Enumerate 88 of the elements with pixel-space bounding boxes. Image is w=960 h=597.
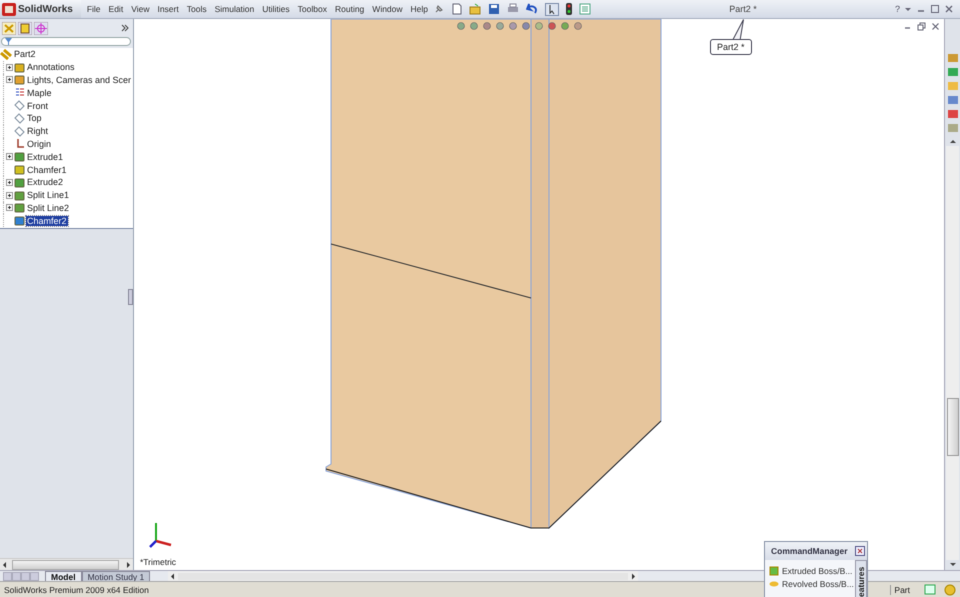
panel-splitter-handle[interactable] xyxy=(128,289,133,305)
feature-icon xyxy=(14,62,25,73)
task-pane-tab-icon[interactable] xyxy=(946,66,958,78)
caret-icon[interactable] xyxy=(904,5,912,13)
tree-item[interactable]: Part2 xyxy=(13,49,37,60)
window-title: Part2 * xyxy=(728,4,758,14)
feature-icon xyxy=(14,100,25,112)
expand-icon[interactable] xyxy=(6,204,13,212)
tree-item[interactable]: Chamfer2 xyxy=(26,216,68,226)
menu-item[interactable]: Edit xyxy=(106,4,126,14)
menu-item[interactable]: Utilities xyxy=(260,4,292,14)
task-pane-tab-icon[interactable] xyxy=(946,94,958,106)
extrude-icon xyxy=(769,566,779,576)
select-pointer-icon[interactable] xyxy=(545,2,560,16)
close-icon[interactable] xyxy=(944,4,954,14)
feature-icon xyxy=(14,190,25,201)
feature-icon xyxy=(14,87,25,98)
close-icon[interactable] xyxy=(931,22,940,31)
undo-icon[interactable] xyxy=(526,3,538,15)
expand-panel-icon[interactable] xyxy=(121,24,129,32)
configuration-tab-icon[interactable] xyxy=(34,22,48,34)
command-item[interactable]: Revolved Boss/B... xyxy=(782,579,854,589)
menu-item[interactable]: Help xyxy=(408,4,430,14)
feature-tree-tab-icon[interactable] xyxy=(2,22,16,34)
tree-item[interactable]: Extrude2 xyxy=(26,177,64,188)
tree-item[interactable]: Split Line1 xyxy=(26,190,70,200)
tree-item[interactable]: Front xyxy=(26,100,50,111)
menu-item[interactable]: Simulation xyxy=(212,4,256,14)
menu-item[interactable]: View xyxy=(129,4,152,14)
expand-icon[interactable] xyxy=(6,153,13,160)
vertical-scrollbar-thumb[interactable] xyxy=(947,398,959,456)
open-folder-icon[interactable] xyxy=(469,3,482,15)
command-item[interactable]: Extruded Boss/B... xyxy=(782,566,852,576)
menu-item[interactable]: Insert xyxy=(155,4,181,14)
logo-icon xyxy=(2,2,16,16)
help-button[interactable]: ? xyxy=(894,4,900,14)
print-icon[interactable] xyxy=(507,3,520,15)
features-tab[interactable]: eatures xyxy=(855,560,867,597)
model-tab[interactable]: Model xyxy=(45,570,82,582)
part-icon xyxy=(0,48,12,60)
menu-item[interactable]: File xyxy=(84,4,103,14)
feature-icon xyxy=(14,126,25,137)
filter-icon xyxy=(5,38,12,45)
tree-item[interactable]: Chamfer1 xyxy=(26,164,68,175)
horizontal-scrollbar[interactable] xyxy=(168,571,638,581)
restore-icon[interactable] xyxy=(917,22,926,31)
tree-item[interactable]: Maple xyxy=(26,88,53,98)
horizontal-scrollbar[interactable] xyxy=(0,558,133,570)
model-tab[interactable]: Motion Study 1 xyxy=(82,570,150,582)
task-pane-tab-icon[interactable] xyxy=(946,52,958,64)
expand-icon[interactable] xyxy=(6,76,13,84)
tree-item[interactable]: Right xyxy=(26,126,50,136)
maximize-icon[interactable] xyxy=(930,4,940,14)
feature-icon xyxy=(14,215,25,226)
menu-item[interactable]: Toolbox xyxy=(296,4,329,14)
menu-item[interactable]: Window xyxy=(370,4,405,14)
expand-icon[interactable] xyxy=(6,64,13,71)
tree-item[interactable]: Origin xyxy=(26,138,52,149)
feature-icon xyxy=(14,164,25,176)
feature-icon xyxy=(14,202,25,214)
expand-icon[interactable] xyxy=(6,192,13,199)
menu-item[interactable]: Routing xyxy=(332,4,366,14)
tree-item[interactable]: Split Line2 xyxy=(26,202,70,213)
tooltip: Part2 * xyxy=(710,19,752,55)
traffic-light-icon[interactable] xyxy=(566,3,572,15)
filter-field[interactable] xyxy=(1,37,131,46)
menu-item[interactable]: Tools xyxy=(184,4,209,14)
rebuild-icon[interactable] xyxy=(944,584,956,596)
panel-title: CommandManager xyxy=(771,546,848,556)
options-list-icon[interactable] xyxy=(579,3,592,15)
document-type-label: Part xyxy=(890,584,910,594)
view-orientation-label: *Trimetric xyxy=(140,557,176,567)
new-document-icon[interactable] xyxy=(452,3,462,15)
revolve-icon xyxy=(769,579,779,589)
save-icon[interactable] xyxy=(488,3,500,15)
task-pane-tab-icon[interactable] xyxy=(946,108,958,120)
app-logo[interactable]: SolidWorks xyxy=(0,0,81,18)
feature-icon xyxy=(14,176,25,188)
tree-item[interactable]: Annotations xyxy=(26,62,76,72)
feature-icon xyxy=(14,151,25,162)
tree-item[interactable]: Extrude1 xyxy=(26,152,64,162)
expand-icon[interactable] xyxy=(6,178,13,186)
feature-icon xyxy=(14,74,25,86)
feature-icon xyxy=(14,112,25,124)
tree-item[interactable]: Top xyxy=(26,113,43,124)
property-tab-icon[interactable] xyxy=(18,22,32,34)
help-book-icon[interactable] xyxy=(924,584,936,595)
tree-item[interactable]: Lights, Cameras and Scer xyxy=(26,74,132,85)
